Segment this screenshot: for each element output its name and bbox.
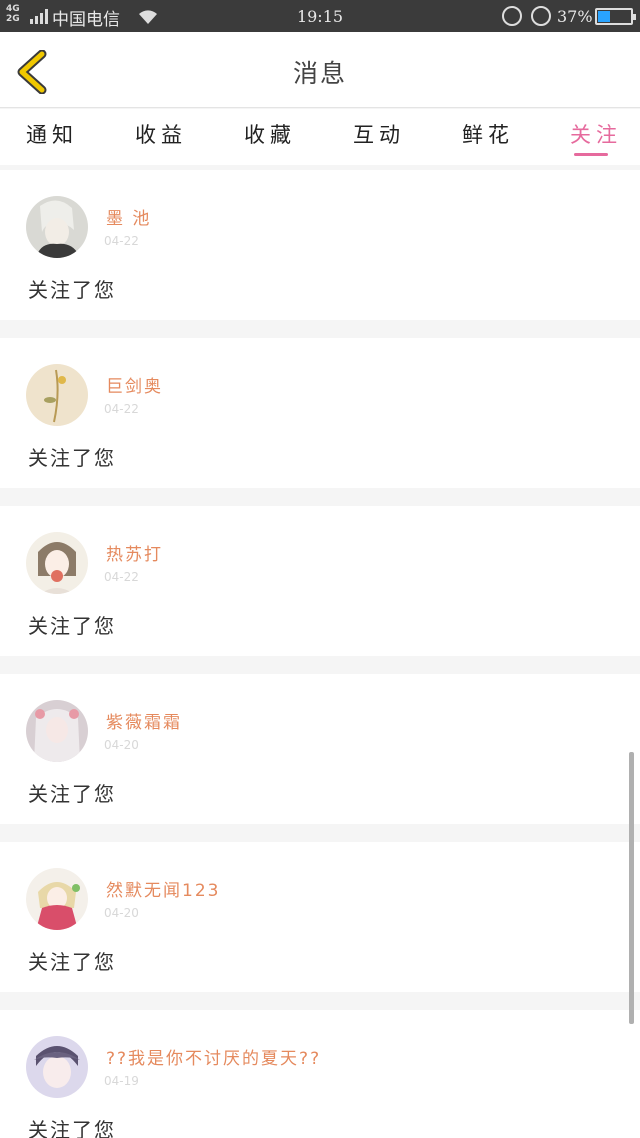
list-item[interactable]: 热苏打 04-22 关注了您 — [0, 506, 640, 656]
avatar[interactable] — [26, 196, 88, 258]
timestamp: 04-20 — [104, 738, 139, 752]
list-item[interactable]: ??我是你不讨厌的夏天?? 04-19 关注了您 — [0, 1010, 640, 1138]
tab-bar: 通知 收益 收藏 互动 鲜花 关注 — [0, 109, 640, 165]
timestamp: 04-22 — [104, 234, 139, 248]
scrollbar[interactable] — [629, 752, 634, 1024]
tab-interaction[interactable]: 互动 — [353, 119, 405, 149]
avatar[interactable] — [26, 700, 88, 762]
notification-text: 关注了您 — [28, 278, 116, 302]
username[interactable]: 墨 池 — [106, 204, 151, 229]
tab-earnings[interactable]: 收益 — [135, 119, 187, 149]
avatar[interactable] — [26, 364, 88, 426]
username[interactable]: 巨剑奥 — [106, 372, 163, 397]
battery-percent: 37% — [557, 7, 593, 26]
list-item[interactable]: 然默无闻123 04-20 关注了您 — [0, 842, 640, 992]
avatar[interactable] — [26, 532, 88, 594]
tab-following[interactable]: 关注 — [570, 119, 622, 156]
list-item[interactable]: 巨剑奥 04-22 关注了您 — [0, 338, 640, 488]
tab-favorites[interactable]: 收藏 — [244, 119, 296, 149]
notification-text: 关注了您 — [28, 950, 116, 974]
list-item[interactable]: 紫薇霜霜 04-20 关注了您 — [0, 674, 640, 824]
header: 消息 — [0, 32, 640, 108]
avatar[interactable] — [26, 1036, 88, 1098]
timestamp: 04-20 — [104, 906, 139, 920]
timestamp: 04-19 — [104, 1074, 139, 1088]
battery-icon — [595, 8, 636, 25]
page-title: 消息 — [292, 59, 347, 88]
active-tab-indicator — [574, 153, 608, 156]
notification-text: 关注了您 — [28, 614, 116, 638]
avatar[interactable] — [26, 868, 88, 930]
timestamp: 04-22 — [104, 402, 139, 416]
tab-flowers[interactable]: 鲜花 — [462, 119, 514, 149]
notification-text: 关注了您 — [28, 446, 116, 470]
timestamp: 04-22 — [104, 570, 139, 584]
notification-text: 关注了您 — [28, 782, 116, 806]
username[interactable]: 紫薇霜霜 — [106, 708, 182, 733]
rotation-lock-icon — [502, 6, 522, 26]
alarm-icon — [531, 6, 551, 26]
notification-text: 关注了您 — [28, 1118, 116, 1138]
username[interactable]: 然默无闻123 — [106, 876, 220, 901]
status-bar: 4G 2G 中国电信 19:15 37% — [0, 0, 640, 32]
username[interactable]: ??我是你不讨厌的夏天?? — [106, 1044, 321, 1069]
list-item[interactable]: 墨 池 04-22 关注了您 — [0, 170, 640, 320]
tab-notice[interactable]: 通知 — [26, 119, 78, 149]
username[interactable]: 热苏打 — [106, 540, 163, 565]
